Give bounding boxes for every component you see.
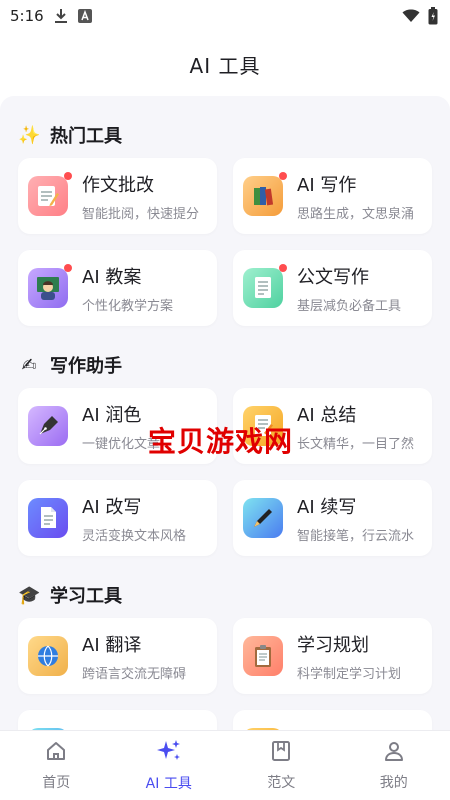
fountain-pen-icon <box>28 406 68 446</box>
tool-name: AI 续写 <box>297 496 357 518</box>
tool-card-ai-lesson-plan[interactable]: AI 教案 个性化教学方案 <box>18 250 217 326</box>
section-title: 热门工具 <box>50 126 122 147</box>
tool-description: 思路生成，文思泉涌 <box>297 206 415 222</box>
tool-card-ai-continue[interactable]: AI 续写 智能接笔，行云流水 <box>233 480 432 556</box>
tool-card-essay-grading[interactable]: 作文批改 智能批阅，快速提分 <box>18 158 217 234</box>
nav-label: 范文 <box>267 774 296 791</box>
section-header-hot-tools: ✨ 热门工具 <box>18 122 122 148</box>
tool-description: 长文精华，一目了然 <box>297 436 415 452</box>
bottom-navigation: 首页 AI 工具 范文 我的 <box>0 730 450 800</box>
nav-label: 首页 <box>42 774 71 791</box>
tool-description: 跨语言交流无障碍 <box>82 666 187 682</box>
tool-description: 个性化教学方案 <box>82 298 174 314</box>
tool-card-ai-writing[interactable]: AI 写作 思路生成，文思泉涌 <box>233 158 432 234</box>
sparkle-icon <box>156 739 182 767</box>
tool-card-study-plan[interactable]: 学习规划 科学制定学习计划 <box>233 618 432 694</box>
tool-card-partial-left[interactable] <box>18 710 217 730</box>
tool-description: 科学制定学习计划 <box>297 666 402 682</box>
pen-icon <box>243 498 283 538</box>
tool-name: 作文批改 <box>82 174 154 196</box>
section-header-writing-assistant: ✍ 写作助手 <box>18 352 122 378</box>
sparkles-icon: ✨ <box>18 124 41 146</box>
tool-card-partial-right[interactable] <box>233 710 432 730</box>
section-title: 写作助手 <box>50 356 122 377</box>
tool-card-ai-translate[interactable]: AI 翻译 跨语言交流无障碍 <box>18 618 217 694</box>
home-icon <box>45 740 67 766</box>
tool-card-official-writing[interactable]: 公文写作 基层减负必备工具 <box>233 250 432 326</box>
page-title: AI 工具 <box>189 53 261 78</box>
graduation-cap-icon: 🎓 <box>18 584 41 606</box>
a-badge-icon <box>77 9 92 23</box>
memo-icon <box>28 172 72 216</box>
app-header: AI 工具 <box>0 32 450 96</box>
globe-icon <box>28 636 68 676</box>
tool-name: AI 改写 <box>82 496 142 518</box>
tools-content[interactable]: ✨ 热门工具 作文批改 智能批阅，快速提分 AI 写作 思路生成，文思泉涌 AI… <box>0 96 450 730</box>
watermark: 宝贝游戏网 <box>148 425 294 458</box>
nav-model-essays[interactable]: 范文 <box>225 731 338 800</box>
page-icon <box>28 498 68 538</box>
tool-name: 学习规划 <box>297 634 369 656</box>
nav-label: AI 工具 <box>145 775 192 792</box>
tool-description: 基层减负必备工具 <box>297 298 402 314</box>
tool-name: AI 写作 <box>297 174 357 196</box>
tool-name: AI 教案 <box>82 266 142 288</box>
nav-profile[interactable]: 我的 <box>338 731 450 800</box>
nav-label: 我的 <box>379 774 408 791</box>
nav-home[interactable]: 首页 <box>0 731 113 800</box>
download-icon <box>54 8 68 24</box>
new-badge <box>64 172 72 180</box>
tool-description: 灵活变换文本风格 <box>82 528 187 544</box>
section-title: 学习工具 <box>50 586 122 607</box>
clipboard-icon <box>243 636 283 676</box>
tool-name: AI 总结 <box>297 404 357 426</box>
tool-name: AI 翻译 <box>82 634 142 656</box>
new-badge <box>279 264 287 272</box>
document-icon <box>243 264 287 308</box>
tool-description: 智能接笔，行云流水 <box>297 528 415 544</box>
teacher-icon <box>28 264 72 308</box>
battery-icon <box>428 7 438 25</box>
new-badge <box>279 172 287 180</box>
tool-name: 公文写作 <box>297 266 369 288</box>
wifi-icon <box>402 9 420 23</box>
tool-description: 智能批阅，快速提分 <box>82 206 200 222</box>
new-badge <box>64 264 72 272</box>
bookmark-book-icon <box>271 740 291 766</box>
section-header-study-tools: 🎓 学习工具 <box>18 582 122 608</box>
books-icon <box>243 172 287 216</box>
tool-card-ai-rewrite[interactable]: AI 改写 灵活变换文本风格 <box>18 480 217 556</box>
status-time: 5:16 <box>10 7 44 25</box>
writing-hand-icon: ✍ <box>21 354 37 376</box>
status-bar: 5:16 <box>0 0 450 32</box>
person-icon <box>383 740 405 766</box>
nav-ai-tools[interactable]: AI 工具 <box>113 731 226 800</box>
